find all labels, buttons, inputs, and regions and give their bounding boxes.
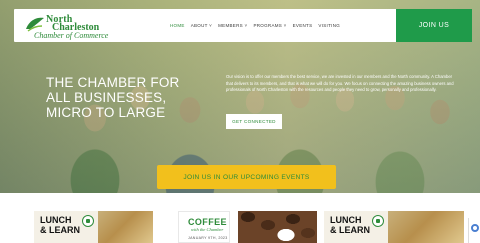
get-connected-button[interactable]: GET CONNECTED [226,114,282,129]
nav-programs[interactable]: PROGRAMS ˅ [253,23,286,28]
main-nav: HOME ABOUT ˅ MEMBERS ˅ PROGRAMS ˅ EVENTS… [170,23,340,28]
event-card-coffee[interactable]: COFFEE with the Chamber JANUARY 9TH, 202… [178,211,230,243]
card-title-line-2: & LEARN [330,225,370,235]
nav-events[interactable]: EVENTS [293,23,313,28]
card-title-line-2: & LEARN [40,225,80,235]
hero-description: Our vision is to offer our members the b… [226,74,454,93]
logo-line-3: Chamber of Commerce [34,31,109,40]
recaptcha-widget[interactable] [468,218,480,243]
card-title-line-1: LUNCH [40,215,72,225]
card-title: LUNCH & LEARN [40,215,80,235]
nav-home[interactable]: HOME [170,23,185,28]
chamber-badge-icon [372,215,384,227]
card-title: COFFEE [188,217,227,227]
join-us-button[interactable]: JOIN US [396,9,472,42]
nav-visiting[interactable]: VISITING [318,23,340,28]
nav-about[interactable]: ABOUT ˅ [191,23,212,28]
hero-title: THE CHAMBER FOR ALL BUSINESSES, MICRO TO… [46,75,180,120]
chamber-badge-icon [82,215,94,227]
food-photo [98,211,153,243]
coffee-beans-photo[interactable] [238,211,317,243]
event-card-lunch-learn-2[interactable]: LUNCH & LEARN [324,211,464,243]
event-card-lunch-learn-1[interactable]: LUNCH & LEARN [34,211,153,243]
food-photo [388,211,464,243]
card-title: LUNCH & LEARN [330,215,370,235]
chamber-logo[interactable]: North Charleston Chamber of Commerce [24,13,114,40]
recaptcha-icon [471,224,479,232]
card-date: JANUARY 9TH, 2023 [188,236,228,240]
card-subtitle: with the Chamber [191,227,224,232]
upcoming-events-button[interactable]: JOIN US IN OUR UPCOMING EVENTS [157,165,336,189]
nav-members[interactable]: MEMBERS ˅ [218,23,247,28]
card-title-line-1: LUNCH [330,215,362,225]
